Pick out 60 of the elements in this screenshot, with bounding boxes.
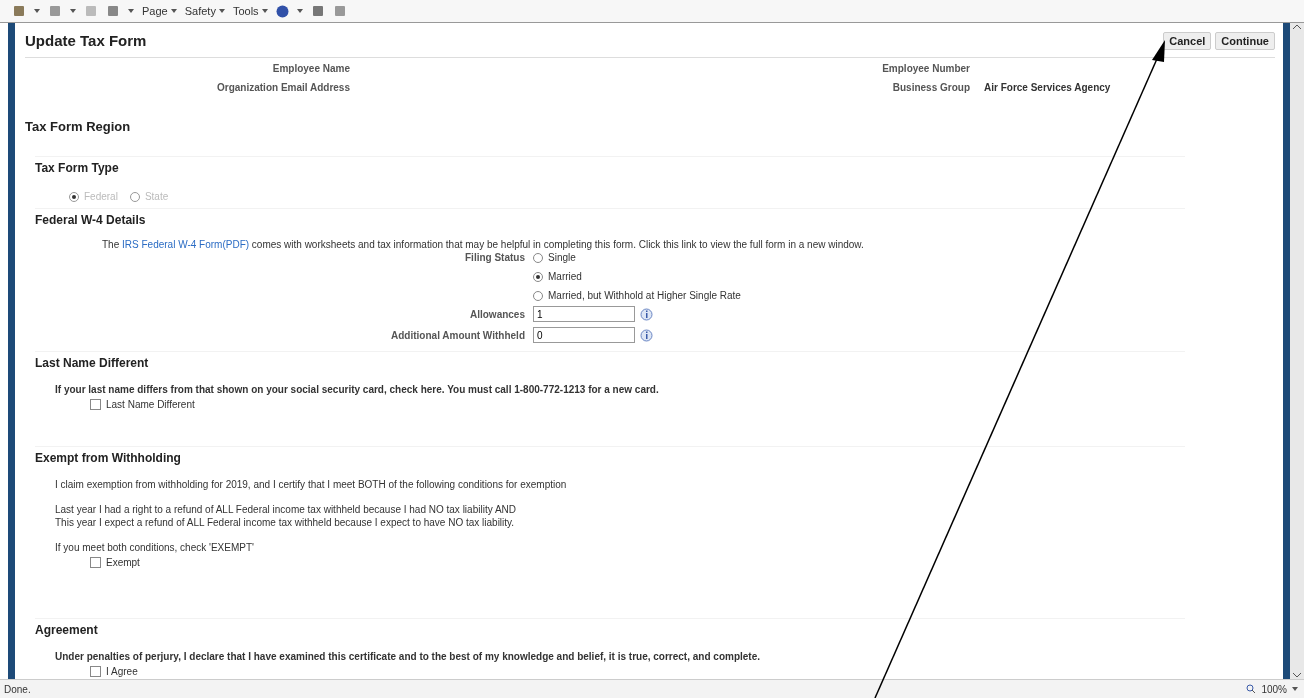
instruction-text: Last year I had a right to a refund of ALL Federal income tax withheld because I had NO tax liability AND [55, 504, 517, 515]
instruction-text: Under penalties of perjury, I declare that I have examined this certificate and to the best of my knowledge and belief, it is true, correct, and complete. [55, 651, 761, 662]
info-icon[interactable] [640, 328, 653, 342]
section-heading: Tax Form Type [35, 156, 1185, 175]
radio-label: Married, but Withhold at Higher Single Rate [548, 290, 741, 301]
scroll-up-icon[interactable] [1292, 23, 1302, 31]
status-text: Done. [4, 683, 31, 695]
radio-label: Federal [84, 191, 118, 202]
caret-icon [218, 9, 225, 13]
field-label: Filing Status [464, 252, 525, 263]
continue-button[interactable]: Continue [1215, 31, 1275, 50]
radio-button[interactable] [533, 271, 543, 282]
toolbar-menu[interactable]: Page [142, 5, 177, 17]
radio-button[interactable] [533, 290, 543, 301]
zoom-level[interactable]: 100% [1261, 683, 1287, 695]
caret-icon [170, 9, 177, 13]
field-label: Allowances [468, 308, 525, 320]
help-icon[interactable] [275, 4, 289, 18]
radio-label: State [144, 191, 169, 202]
toolbar-menu[interactable]: Tools [232, 5, 268, 17]
section-heading: Last Name Different [35, 351, 1185, 370]
checkbox[interactable] [90, 557, 101, 568]
instruction-text: I claim exemption from withholding for 2019, and I certify that I meet BOTH of the following conditions for exemption [55, 479, 568, 490]
field-label: Additional Amount Withheld [390, 329, 525, 341]
section-heading: Federal W-4 Details [35, 208, 1185, 227]
instruction-text: This year I expect a refund of ALL Federal income tax withheld because I expect to have NO tax liability. [55, 517, 516, 528]
checkbox-label: I Agree [106, 666, 138, 677]
radio-button[interactable] [533, 252, 543, 263]
caret-icon [128, 9, 134, 13]
field-label: Organization Email Address [216, 82, 350, 93]
section-heading: Exempt from Withholding [35, 446, 1185, 465]
radio-label: Single [548, 252, 576, 263]
caret-icon [70, 9, 76, 13]
checkbox[interactable] [90, 666, 101, 677]
field-label: Employee Name [271, 63, 350, 74]
region-title: Tax Form Region [25, 119, 132, 134]
page-title: Update Tax Form [25, 31, 147, 49]
input-field[interactable]: 0 [533, 327, 635, 343]
section-heading: Agreement [35, 618, 1185, 637]
field-label: Business Group [891, 82, 970, 93]
checkbox-label: Exempt [106, 557, 140, 568]
caret-icon [1292, 687, 1298, 691]
w4-form-link[interactable]: IRS Federal W-4 Form(PDF) [122, 239, 250, 250]
caret-icon [296, 9, 303, 13]
instruction-text: If you meet both conditions, check 'EXEMPT' [55, 542, 255, 553]
caret-icon [34, 9, 40, 13]
info-icon[interactable] [640, 307, 653, 321]
field-label: Employee Number [881, 63, 970, 74]
field-value: Air Force Services Agency [984, 82, 1112, 93]
checkbox[interactable] [90, 399, 101, 410]
intro-text: The IRS Federal W-4 Form(PDF) comes with worksheets and tax information that may be helpful in completing this form. Click this link to view the full form in a new window. [102, 239, 865, 250]
zoom-icon [1246, 684, 1257, 694]
instruction-text: If your last name differs from that shown on your social security card, check here. You must call 1-800-772-1213 for a new card. [55, 384, 660, 395]
input-field[interactable]: 1 [533, 306, 635, 322]
scroll-down-icon[interactable] [1292, 671, 1302, 679]
cancel-button[interactable]: Cancel [1163, 31, 1212, 50]
checkbox-label: Last Name Different [106, 399, 195, 410]
toolbar-menu[interactable]: Safety [184, 5, 225, 17]
radio-label: Married [548, 271, 582, 282]
caret-icon [261, 9, 268, 13]
